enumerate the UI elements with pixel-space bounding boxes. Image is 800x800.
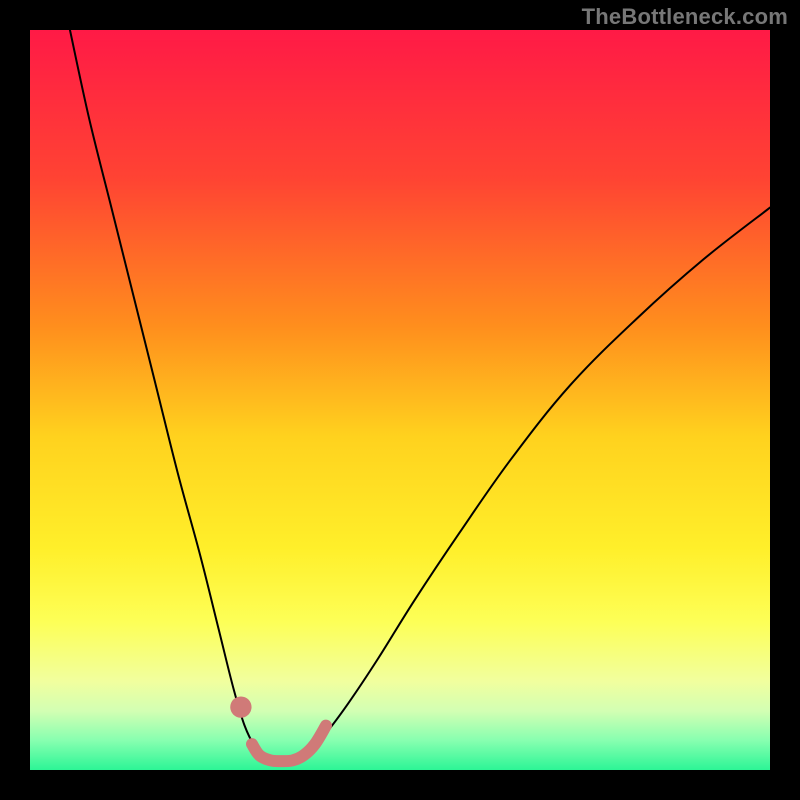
isolated-dot (230, 696, 251, 717)
chart-svg (30, 30, 770, 770)
figure-root: TheBottleneck.com (0, 0, 800, 800)
plot-area (30, 30, 770, 770)
watermark-label: TheBottleneck.com (582, 4, 788, 30)
gradient-background (30, 30, 770, 770)
